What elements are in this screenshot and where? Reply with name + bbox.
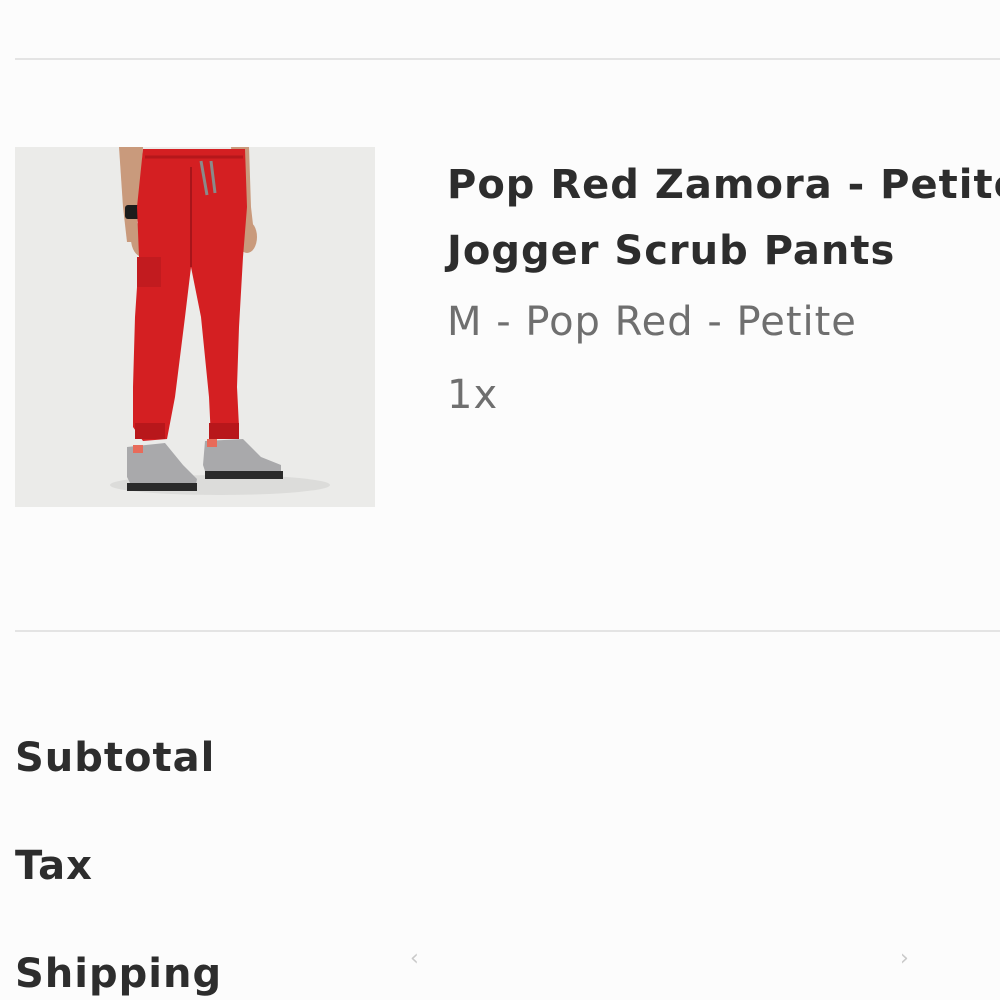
product-title-line-1: Pop Red Zamora - Petite xyxy=(447,162,1000,208)
subtotal-label: Subtotal xyxy=(15,735,216,781)
chevron-left-icon[interactable]: ‹ xyxy=(410,946,419,971)
summary-divider xyxy=(15,630,1000,632)
tax-label: Tax xyxy=(15,843,93,889)
product-info: Pop Red Zamora - Petite Jogger Scrub Pan… xyxy=(447,152,1000,420)
product-quantity: 1x xyxy=(447,372,499,418)
product-image[interactable] xyxy=(15,147,375,507)
top-divider xyxy=(15,58,1000,60)
product-variant: M - Pop Red - Petite xyxy=(447,299,857,345)
shipping-label: Shipping xyxy=(15,951,223,997)
product-title[interactable]: Pop Red Zamora - Petite Jogger Scrub Pan… xyxy=(447,152,1000,284)
chevron-right-icon[interactable]: › xyxy=(900,946,909,971)
product-photo xyxy=(15,147,375,507)
product-title-line-2: Jogger Scrub Pants xyxy=(447,228,896,274)
order-summary-page: Pop Red Zamora - Petite Jogger Scrub Pan… xyxy=(0,0,1000,1000)
